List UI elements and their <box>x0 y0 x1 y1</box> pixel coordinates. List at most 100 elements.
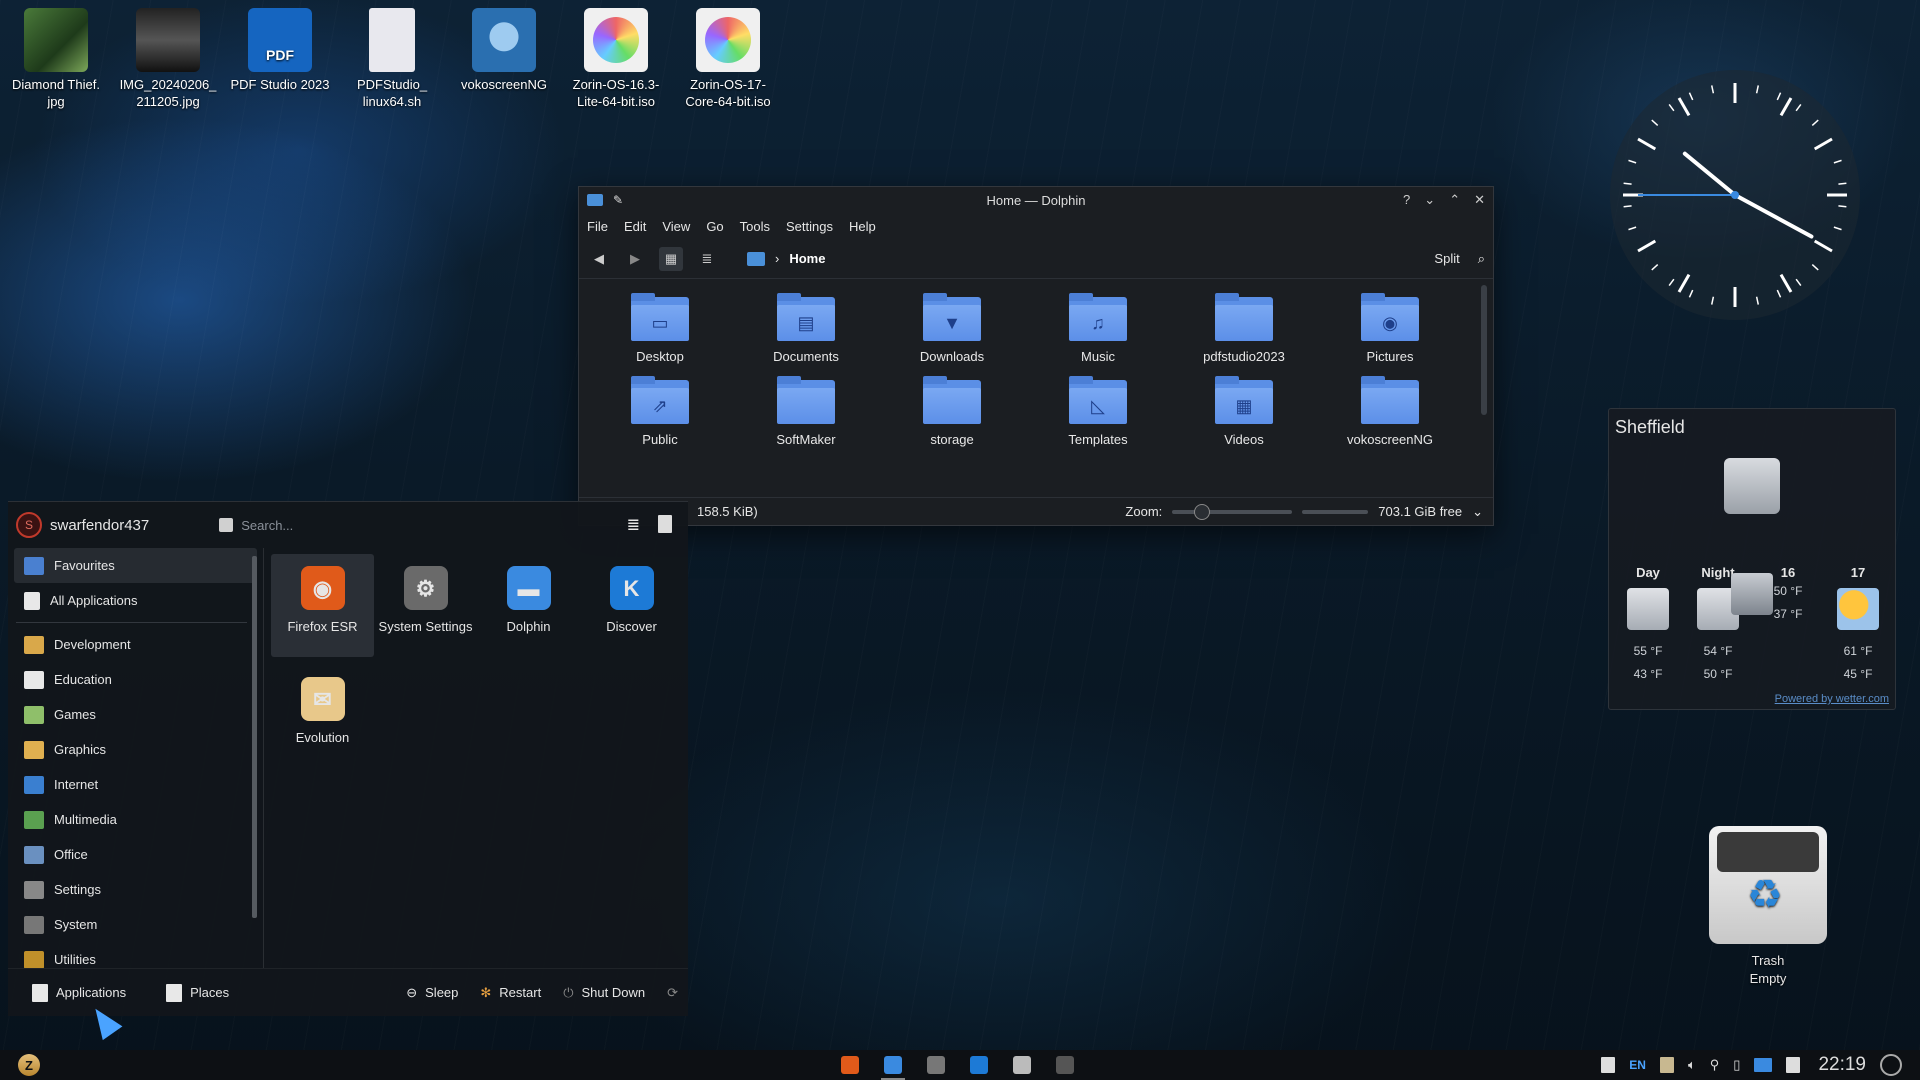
category-favourites[interactable]: Favourites <box>14 548 257 583</box>
close-button[interactable]: ✕ <box>1474 192 1485 208</box>
document-icon[interactable] <box>658 515 672 533</box>
desktop-icon[interactable]: IMG_20240206_ 211205.jpg <box>116 2 220 110</box>
folder-icon[interactable] <box>1754 1058 1773 1072</box>
weather-widget[interactable]: Sheffield Day 55 °F 43 °F Night 54 °F 50 °F 16… <box>1608 408 1896 710</box>
folder-item[interactable]: ▦ Videos <box>1171 376 1317 447</box>
volume-icon[interactable]: 🔈︎ <box>1688 1057 1696 1073</box>
applications-tab[interactable]: Applications <box>32 983 126 1002</box>
avatar[interactable]: S <box>16 512 42 538</box>
breadcrumb-home[interactable]: Home <box>789 251 825 266</box>
menu-file[interactable]: File <box>587 219 618 234</box>
places-tab[interactable]: Places <box>166 983 229 1002</box>
pin-icon[interactable]: ✎ <box>613 193 623 207</box>
forward-arrow-icon[interactable]: ▶ <box>623 247 647 271</box>
category-system[interactable]: System <box>14 907 257 942</box>
folder-item[interactable]: ⇗ Public <box>587 376 733 447</box>
menu-edit[interactable]: Edit <box>624 219 656 234</box>
folder-item[interactable]: ◺ Templates <box>1025 376 1171 447</box>
app-dolphin[interactable]: ▬ Dolphin <box>477 554 580 657</box>
app-system-settings[interactable]: ⚙ System Settings <box>374 554 477 657</box>
app-evolution[interactable]: ✉ Evolution <box>271 665 374 768</box>
folder-item[interactable]: pdfstudio2023 <box>1171 293 1317 364</box>
document-icon[interactable] <box>1786 1057 1801 1073</box>
notes-icon[interactable] <box>1659 1057 1674 1073</box>
category-education[interactable]: Education <box>14 662 257 697</box>
list-view-icon[interactable]: ≣ <box>627 515 640 535</box>
chevron-down-icon[interactable]: ⌄ <box>1472 504 1483 520</box>
folder-item[interactable]: ▼ Downloads <box>879 293 1025 364</box>
folder-label: Downloads <box>919 349 985 364</box>
menu-settings[interactable]: Settings <box>786 219 843 234</box>
back-arrow-icon[interactable]: ◀ <box>587 247 611 271</box>
restart-button[interactable]: ✻ Restart <box>480 985 541 1001</box>
maximize-button[interactable]: ⌃ <box>1449 192 1460 208</box>
folder-item[interactable]: ▤ Documents <box>733 293 879 364</box>
task-firefox[interactable] <box>838 1053 862 1077</box>
category-multimedia[interactable]: Multimedia <box>14 802 257 837</box>
task-pdf-studio[interactable] <box>1010 1053 1034 1077</box>
desktop-icon[interactable]: vokoscreenNG <box>452 2 556 93</box>
forecast-low: 37 °F <box>1773 607 1803 621</box>
zorin-menu-icon[interactable]: Z <box>18 1054 40 1076</box>
desktop-icon[interactable]: PDF PDF Studio 2023 <box>228 2 332 93</box>
task-dolphin[interactable] <box>881 1053 905 1080</box>
zoom-slider-knob[interactable] <box>1194 503 1211 520</box>
folder-icon: ♫ <box>1069 293 1127 341</box>
clock-time[interactable]: 22:19 <box>1818 1054 1866 1076</box>
help-button[interactable]: ? <box>1403 192 1410 208</box>
folder-item[interactable]: ◉ Pictures <box>1317 293 1463 364</box>
folder-item[interactable]: ▭ Desktop <box>587 293 733 364</box>
category-graphics[interactable]: Graphics <box>14 732 257 767</box>
leave-icon[interactable]: ⟳ <box>667 985 678 1001</box>
menu-tools[interactable]: Tools <box>740 219 780 234</box>
breadcrumb[interactable]: › Home <box>747 251 825 266</box>
menu-help[interactable]: Help <box>849 219 886 234</box>
file-view[interactable]: ▭ Desktop ▤ Documents ▼ Downloads ♫ Music pdfstu… <box>579 279 1493 485</box>
desktop-icon[interactable]: Zorin-OS-17- Core-64-bit.iso <box>676 2 780 110</box>
zoom-slider[interactable] <box>1172 503 1293 520</box>
keyboard-layout-indicator[interactable]: EN <box>1629 1058 1646 1072</box>
clipboard-icon[interactable] <box>1601 1057 1616 1073</box>
utilities-category-icon <box>24 950 44 969</box>
app-firefox-esr[interactable]: ◉ Firefox ESR <box>271 554 374 657</box>
sleep-button[interactable]: ⊖ Sleep <box>406 985 458 1001</box>
icon-view-icon[interactable]: ▦ <box>659 246 683 271</box>
category-all-applications[interactable]: All Applications <box>14 583 257 618</box>
menu-view[interactable]: View <box>662 219 700 234</box>
trash-widget[interactable]: ♻ Trash Empty <box>1706 826 1830 988</box>
desktop-icon[interactable]: PDFStudio_ linux64.sh <box>340 2 444 110</box>
folder-item[interactable]: vokoscreenNG <box>1317 376 1463 447</box>
search-input[interactable]: Search... <box>219 518 293 533</box>
window-titlebar[interactable]: ✎ Home — Dolphin ? ⌄ ⌃ ✕ <box>579 187 1493 213</box>
category-internet[interactable]: Internet <box>14 767 257 802</box>
category-office[interactable]: Office <box>14 837 257 872</box>
vertical-scrollbar[interactable] <box>1481 285 1487 415</box>
folder-item[interactable]: ♫ Music <box>1025 293 1171 364</box>
desktop-icon[interactable]: Diamond Thief. jpg <box>4 2 108 110</box>
folder-label: Desktop <box>636 349 684 364</box>
app-label: System Settings <box>378 619 473 634</box>
task-system-settings[interactable] <box>924 1053 948 1077</box>
menu-go[interactable]: Go <box>706 219 733 234</box>
details-view-icon[interactable]: ≣ <box>695 247 719 271</box>
desktop-icon[interactable]: Zorin-OS-16.3- Lite-64-bit.iso <box>564 2 668 110</box>
split-button[interactable]: Split <box>1434 251 1459 266</box>
category-scrollbar[interactable] <box>252 556 257 918</box>
minimize-button[interactable]: ⌄ <box>1424 192 1435 208</box>
category-games[interactable]: Games <box>14 697 257 732</box>
weather-credit-link[interactable]: Powered by wetter.com <box>1775 693 1889 705</box>
app-discover[interactable]: K Discover <box>580 554 683 657</box>
category-settings[interactable]: Settings <box>14 872 257 907</box>
folder-item[interactable]: storage <box>879 376 1025 447</box>
task-vokoscreen[interactable] <box>1053 1053 1077 1077</box>
shutdown-button[interactable]: ⏻ Shut Down <box>563 985 645 1001</box>
category-development[interactable]: Development <box>14 627 257 662</box>
show-desktop-icon[interactable] <box>1880 1054 1902 1076</box>
folder-item[interactable]: SoftMaker <box>733 376 879 447</box>
device-icon[interactable]: ▯ <box>1733 1057 1740 1073</box>
free-space-bar <box>1302 509 1369 514</box>
folder-icon <box>777 376 835 424</box>
search-icon[interactable]: ⌕ <box>1478 251 1485 267</box>
task-discover[interactable] <box>967 1053 991 1077</box>
location-icon[interactable]: ⚲ <box>1710 1057 1720 1073</box>
